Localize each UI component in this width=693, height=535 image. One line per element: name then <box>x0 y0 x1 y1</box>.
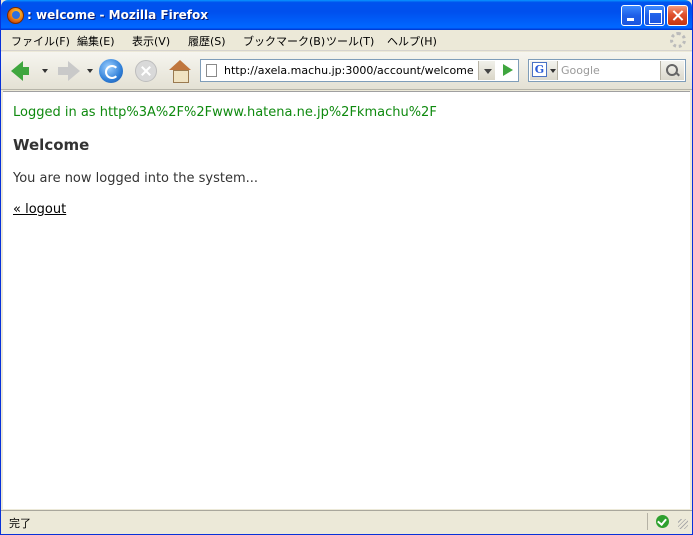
forward-arrow-icon[interactable] <box>58 61 80 81</box>
status-divider <box>647 513 648 530</box>
title-bar[interactable]: : welcome - Mozilla Firefox <box>1 0 692 30</box>
menu-edit[interactable]: 編集(E) <box>77 33 115 49</box>
status-bar: 完了 <box>1 510 692 532</box>
go-arrow-icon[interactable] <box>498 61 517 80</box>
back-history-dropdown-icon[interactable] <box>42 69 48 73</box>
google-logo-icon: G <box>532 62 547 77</box>
search-magnifier-icon[interactable] <box>660 61 684 80</box>
url-history-dropdown-icon[interactable] <box>478 61 495 80</box>
menu-tools[interactable]: ツール(T) <box>326 33 374 49</box>
home-icon[interactable] <box>169 60 191 83</box>
search-engine-selector[interactable]: G <box>530 61 558 80</box>
window-title: : welcome - Mozilla Firefox <box>27 8 209 22</box>
menu-bar: ファイル(F) 編集(E) 表示(V) 履歴(S) ブックマーク(B) ツール(… <box>1 30 692 51</box>
check-icon[interactable] <box>656 515 669 528</box>
page-icon <box>206 64 217 77</box>
maximize-button[interactable] <box>644 5 665 26</box>
page-heading: Welcome <box>13 136 90 154</box>
forward-history-dropdown-icon[interactable] <box>87 69 93 73</box>
navigation-toolbar: http://axela.machu.jp:3000/account/welco… <box>1 52 692 90</box>
throbber-icon <box>670 32 686 48</box>
reload-icon[interactable] <box>99 59 123 83</box>
search-bar[interactable]: G <box>528 59 686 82</box>
menu-view[interactable]: 表示(V) <box>132 33 170 49</box>
menu-history[interactable]: 履歴(S) <box>188 33 226 49</box>
back-arrow-icon[interactable] <box>11 61 29 81</box>
page-content: Logged in as http%3A%2F%2Fwww.hatena.ne.… <box>3 91 690 509</box>
menu-help[interactable]: ヘルプ(H) <box>387 33 437 49</box>
address-bar[interactable]: http://axela.machu.jp:3000/account/welco… <box>200 59 519 82</box>
address-text[interactable]: http://axela.machu.jp:3000/account/welco… <box>224 64 474 77</box>
minimize-button[interactable] <box>621 5 642 26</box>
menu-bookmarks[interactable]: ブックマーク(B) <box>243 33 325 49</box>
stop-icon[interactable] <box>135 60 157 82</box>
status-text: 完了 <box>9 517 31 530</box>
welcome-message: You are now logged into the system... <box>13 171 259 186</box>
menu-file[interactable]: ファイル(F) <box>11 33 70 49</box>
firefox-logo-icon[interactable] <box>7 7 24 24</box>
search-input[interactable] <box>561 63 657 78</box>
logout-link[interactable]: « logout <box>13 202 66 217</box>
browser-window: : welcome - Mozilla Firefox ファイル(F) 編集(E… <box>0 0 693 535</box>
close-button[interactable] <box>667 5 688 26</box>
login-notice: Logged in as http%3A%2F%2Fwww.hatena.ne.… <box>13 105 437 120</box>
resize-grip-icon[interactable] <box>678 519 688 529</box>
